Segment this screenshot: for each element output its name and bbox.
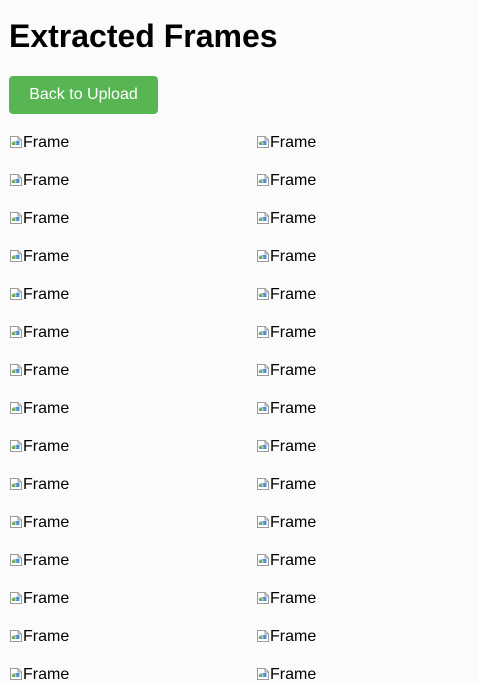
broken-image-icon — [256, 515, 270, 529]
broken-image-icon — [256, 249, 270, 263]
frame-image: Frame — [9, 437, 256, 475]
frame-image: Frame — [256, 551, 468, 589]
frame-image: Frame — [256, 627, 468, 665]
broken-image-icon — [256, 629, 270, 643]
frame-image: Frame — [9, 589, 256, 627]
frame-image: Frame — [256, 665, 468, 683]
frame-alt-text: Frame — [23, 666, 70, 683]
frame-image: Frame — [256, 361, 468, 399]
frame-alt-text: Frame — [23, 628, 70, 645]
broken-image-icon — [9, 477, 23, 491]
frame-image: Frame — [256, 589, 468, 627]
frame-image: Frame — [256, 399, 468, 437]
frame-alt-text: Frame — [270, 514, 317, 531]
frame-alt-text: Frame — [23, 324, 70, 341]
frame-alt-text: Frame — [23, 476, 70, 493]
frame-alt-text: Frame — [270, 666, 317, 683]
frame-alt-text: Frame — [270, 438, 317, 455]
broken-image-icon — [9, 363, 23, 377]
broken-image-icon — [9, 325, 23, 339]
frame-alt-text: Frame — [23, 134, 70, 151]
frame-alt-text: Frame — [270, 628, 317, 645]
broken-image-icon — [9, 135, 23, 149]
frame-image: Frame — [9, 475, 256, 513]
broken-image-icon — [9, 629, 23, 643]
frame-image: Frame — [256, 285, 468, 323]
broken-image-icon — [9, 401, 23, 415]
frame-alt-text: Frame — [270, 362, 317, 379]
frame-image: Frame — [256, 437, 468, 475]
broken-image-icon — [256, 553, 270, 567]
frame-alt-text: Frame — [270, 324, 317, 341]
frame-image: Frame — [256, 133, 468, 171]
broken-image-icon — [256, 287, 270, 301]
frame-alt-text: Frame — [270, 476, 317, 493]
broken-image-icon — [256, 173, 270, 187]
page: Extracted Frames Back to Upload Frame Fra… — [0, 0, 477, 683]
frame-image: Frame — [9, 399, 256, 437]
frame-image: Frame — [9, 627, 256, 665]
broken-image-icon — [9, 439, 23, 453]
frame-alt-text: Frame — [23, 438, 70, 455]
broken-image-icon — [256, 325, 270, 339]
frame-image: Frame — [256, 171, 468, 209]
frame-alt-text: Frame — [270, 286, 317, 303]
broken-image-icon — [9, 249, 23, 263]
frame-alt-text: Frame — [270, 134, 317, 151]
frame-alt-text: Frame — [23, 248, 70, 265]
frame-image: Frame — [9, 513, 256, 551]
frame-image: Frame — [9, 247, 256, 285]
frame-alt-text: Frame — [23, 210, 70, 227]
frame-alt-text: Frame — [270, 210, 317, 227]
frame-image: Frame — [9, 665, 256, 683]
broken-image-icon — [256, 439, 270, 453]
broken-image-icon — [256, 477, 270, 491]
frame-alt-text: Frame — [23, 590, 70, 607]
broken-image-icon — [9, 173, 23, 187]
broken-image-icon — [9, 287, 23, 301]
frames-grid: Frame Frame Frame Frame Frame Frame Frame Frame… — [9, 133, 468, 683]
broken-image-icon — [256, 401, 270, 415]
back-to-upload-button[interactable]: Back to Upload — [9, 76, 158, 114]
frame-image: Frame — [9, 551, 256, 589]
broken-image-icon — [256, 591, 270, 605]
frame-image: Frame — [256, 247, 468, 285]
frame-image: Frame — [9, 285, 256, 323]
frame-alt-text: Frame — [23, 514, 70, 531]
broken-image-icon — [9, 211, 23, 225]
frame-alt-text: Frame — [270, 400, 317, 417]
broken-image-icon — [9, 667, 23, 681]
frame-image: Frame — [9, 171, 256, 209]
frame-alt-text: Frame — [270, 172, 317, 189]
frame-alt-text: Frame — [270, 590, 317, 607]
frame-alt-text: Frame — [23, 362, 70, 379]
frame-alt-text: Frame — [23, 172, 70, 189]
page-title: Extracted Frames — [9, 18, 278, 54]
frame-image: Frame — [9, 133, 256, 171]
broken-image-icon — [256, 135, 270, 149]
frame-image: Frame — [9, 209, 256, 247]
broken-image-icon — [256, 363, 270, 377]
frame-image: Frame — [256, 209, 468, 247]
broken-image-icon — [9, 553, 23, 567]
frame-alt-text: Frame — [270, 248, 317, 265]
frame-alt-text: Frame — [23, 552, 70, 569]
frame-image: Frame — [9, 323, 256, 361]
frame-alt-text: Frame — [23, 400, 70, 417]
broken-image-icon — [9, 591, 23, 605]
broken-image-icon — [9, 515, 23, 529]
frame-alt-text: Frame — [23, 286, 70, 303]
frame-alt-text: Frame — [270, 552, 317, 569]
broken-image-icon — [256, 211, 270, 225]
frame-image: Frame — [256, 323, 468, 361]
frame-image: Frame — [9, 361, 256, 399]
frame-image: Frame — [256, 513, 468, 551]
frame-image: Frame — [256, 475, 468, 513]
broken-image-icon — [256, 667, 270, 681]
